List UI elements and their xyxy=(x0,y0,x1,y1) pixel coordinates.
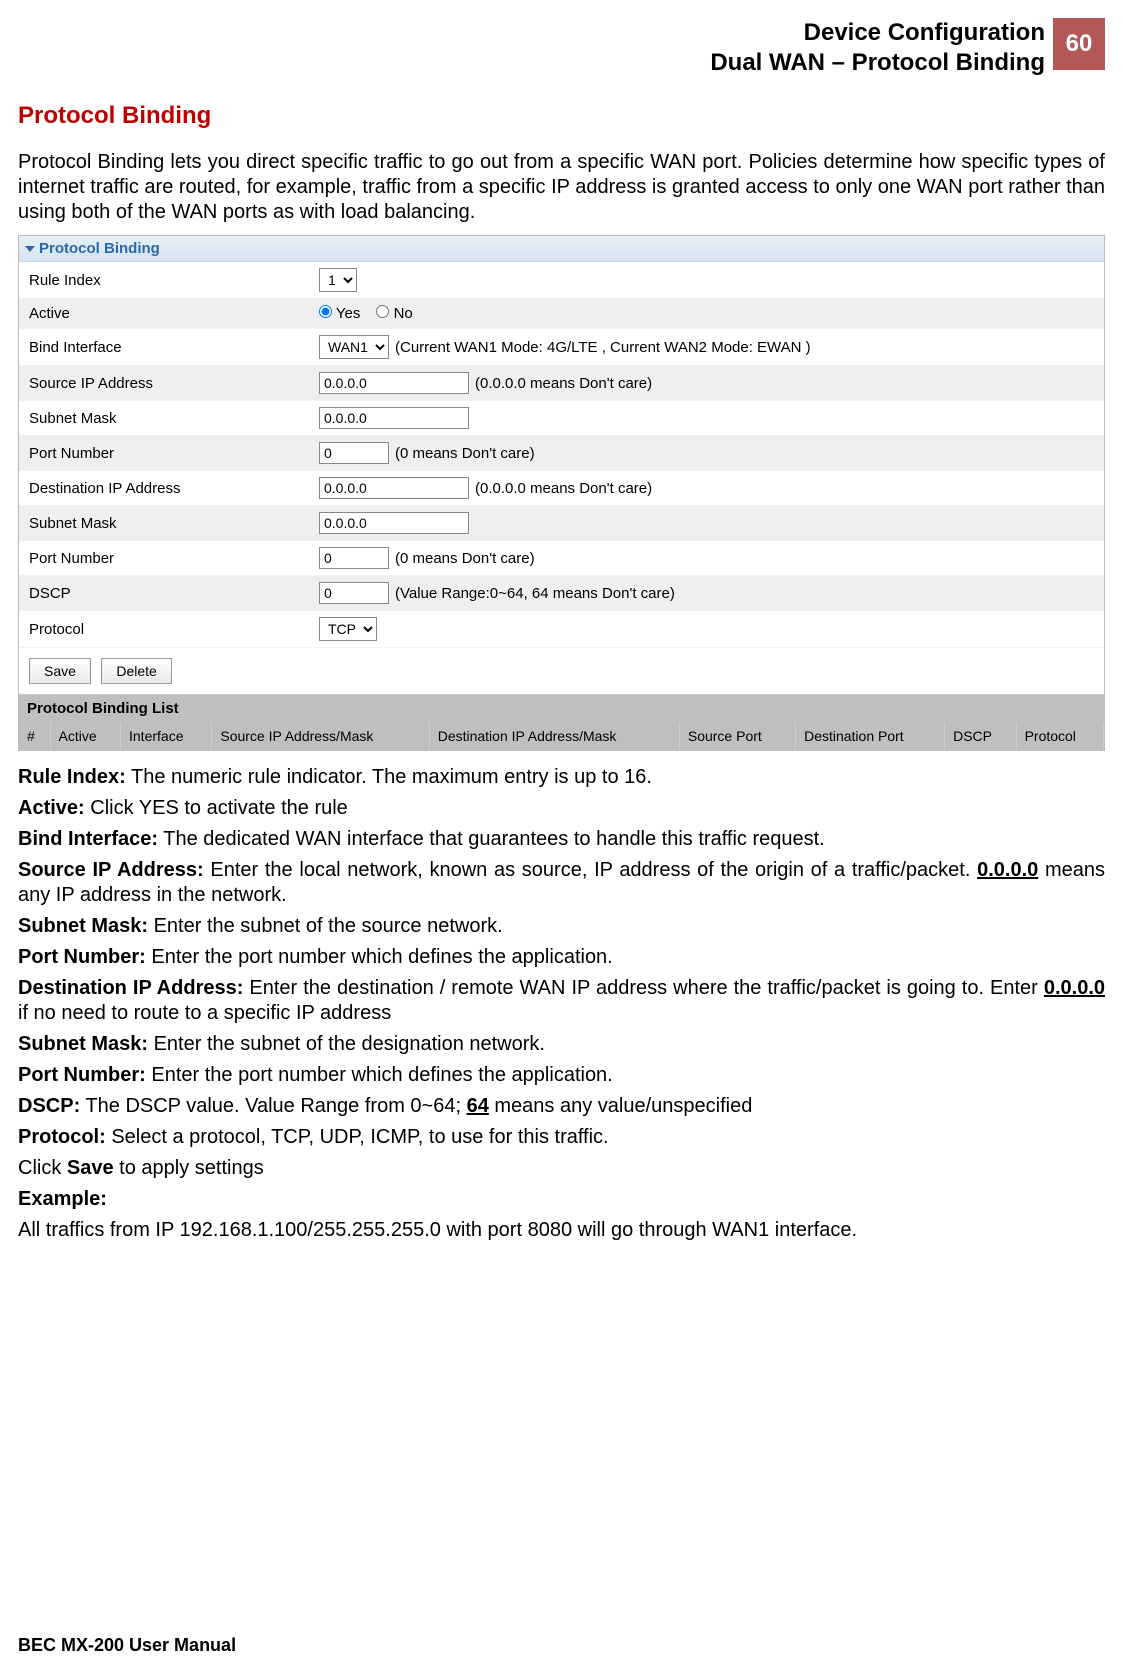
term-active: Active: xyxy=(18,797,85,819)
save-button[interactable]: Save xyxy=(29,658,91,684)
label-rule-index: Rule Index xyxy=(29,272,319,289)
col-active: Active xyxy=(50,722,120,750)
row-dst-mask: Subnet Mask xyxy=(19,506,1104,541)
label-dst-port: Port Number xyxy=(29,550,319,567)
row-src-port: Port Number (0 means Don't care) xyxy=(19,436,1104,471)
delete-button[interactable]: Delete xyxy=(101,658,171,684)
col-sport: Source Port xyxy=(679,722,795,750)
rule-index-select[interactable]: 1 xyxy=(319,268,357,292)
example-text: All traffics from IP 192.168.1.100/255.2… xyxy=(18,1218,1105,1243)
col-num: # xyxy=(19,722,50,750)
row-dscp: DSCP (Value Range:0~64, 64 means Don't c… xyxy=(19,576,1104,611)
protocol-binding-panel: Protocol Binding Rule Index 1 Active Yes… xyxy=(18,235,1105,751)
bind-interface-hint: (Current WAN1 Mode: 4G/LTE , Current WAN… xyxy=(395,339,811,356)
collapse-icon xyxy=(25,246,35,252)
intro-paragraph: Protocol Binding lets you direct specifi… xyxy=(18,150,1105,225)
button-row: Save Delete xyxy=(19,648,1104,695)
row-dst-port: Port Number (0 means Don't care) xyxy=(19,541,1104,576)
descriptions: Rule Index: The numeric rule indicator. … xyxy=(18,765,1105,1243)
binding-list-table: # Active Interface Source IP Address/Mas… xyxy=(19,722,1104,750)
protocol-select[interactable]: TCP xyxy=(319,617,377,641)
label-protocol: Protocol xyxy=(29,621,319,638)
dst-ip-input[interactable] xyxy=(319,477,469,499)
col-interface: Interface xyxy=(121,722,212,750)
dst-ip-hint: (0.0.0.0 means Don't care) xyxy=(475,480,652,497)
dst-port-hint: (0 means Don't care) xyxy=(395,550,535,567)
src-port-hint: (0 means Don't care) xyxy=(395,445,535,462)
label-src-mask: Subnet Mask xyxy=(29,410,319,427)
dst-port-input[interactable] xyxy=(319,547,389,569)
dscp-input[interactable] xyxy=(319,582,389,604)
row-src-mask: Subnet Mask xyxy=(19,401,1104,436)
active-no-label[interactable]: No xyxy=(376,305,412,322)
label-dscp: DSCP xyxy=(29,585,319,602)
src-port-input[interactable] xyxy=(319,442,389,464)
page-header: Device Configuration Dual WAN – Protocol… xyxy=(18,18,1105,78)
panel-header[interactable]: Protocol Binding xyxy=(19,236,1104,262)
term-protocol: Protocol: xyxy=(18,1126,106,1148)
active-yes-radio[interactable] xyxy=(319,305,332,318)
label-dst-ip: Destination IP Address xyxy=(29,480,319,497)
active-yes-label[interactable]: Yes xyxy=(319,305,360,322)
term-dst-port: Port Number: xyxy=(18,1064,146,1086)
col-dst: Destination IP Address/Mask xyxy=(429,722,679,750)
footer-manual-title: BEC MX-200 User Manual xyxy=(18,1635,236,1656)
term-rule-index: Rule Index: xyxy=(18,766,126,788)
page-number-badge: 60 xyxy=(1053,18,1105,70)
label-src-port: Port Number xyxy=(29,445,319,462)
term-src-port: Port Number: xyxy=(18,946,146,968)
dst-mask-input[interactable] xyxy=(319,512,469,534)
label-dst-mask: Subnet Mask xyxy=(29,515,319,532)
label-active: Active xyxy=(29,305,319,322)
label-bind-interface: Bind Interface xyxy=(29,339,319,356)
src-ip-hint: (0.0.0.0 means Don't care) xyxy=(475,375,652,392)
save-instruction: Click Save to apply settings xyxy=(18,1156,1105,1181)
src-ip-input[interactable] xyxy=(319,372,469,394)
term-dscp: DSCP: xyxy=(18,1095,80,1117)
bind-interface-select[interactable]: WAN1 xyxy=(319,335,389,359)
panel-title: Protocol Binding xyxy=(39,240,160,257)
section-title: Protocol Binding xyxy=(18,102,1105,130)
table-header-row: # Active Interface Source IP Address/Mas… xyxy=(19,722,1104,750)
col-dscp: DSCP xyxy=(945,722,1016,750)
row-rule-index: Rule Index 1 xyxy=(19,262,1104,299)
row-bind-interface: Bind Interface WAN1 (Current WAN1 Mode: … xyxy=(19,329,1104,366)
list-header: Protocol Binding List xyxy=(19,695,1104,722)
row-active: Active Yes No xyxy=(19,299,1104,329)
col-protocol: Protocol xyxy=(1016,722,1103,750)
example-label: Example: xyxy=(18,1188,107,1210)
row-protocol: Protocol TCP xyxy=(19,611,1104,648)
term-src-mask: Subnet Mask: xyxy=(18,915,148,937)
active-no-radio[interactable] xyxy=(376,305,389,318)
header-line2: Dual WAN – Protocol Binding xyxy=(710,48,1045,78)
term-dst-ip: Destination IP Address: xyxy=(18,977,243,999)
term-dst-mask: Subnet Mask: xyxy=(18,1033,148,1055)
col-dport: Destination Port xyxy=(796,722,945,750)
row-dst-ip: Destination IP Address (0.0.0.0 means Do… xyxy=(19,471,1104,506)
row-src-ip: Source IP Address (0.0.0.0 means Don't c… xyxy=(19,366,1104,401)
term-bind-interface: Bind Interface: xyxy=(18,828,158,850)
dscp-hint: (Value Range:0~64, 64 means Don't care) xyxy=(395,585,675,602)
label-src-ip: Source IP Address xyxy=(29,375,319,392)
term-src-ip: Source IP Address: xyxy=(18,859,204,881)
col-src: Source IP Address/Mask xyxy=(212,722,429,750)
header-line1: Device Configuration xyxy=(710,18,1045,48)
src-mask-input[interactable] xyxy=(319,407,469,429)
